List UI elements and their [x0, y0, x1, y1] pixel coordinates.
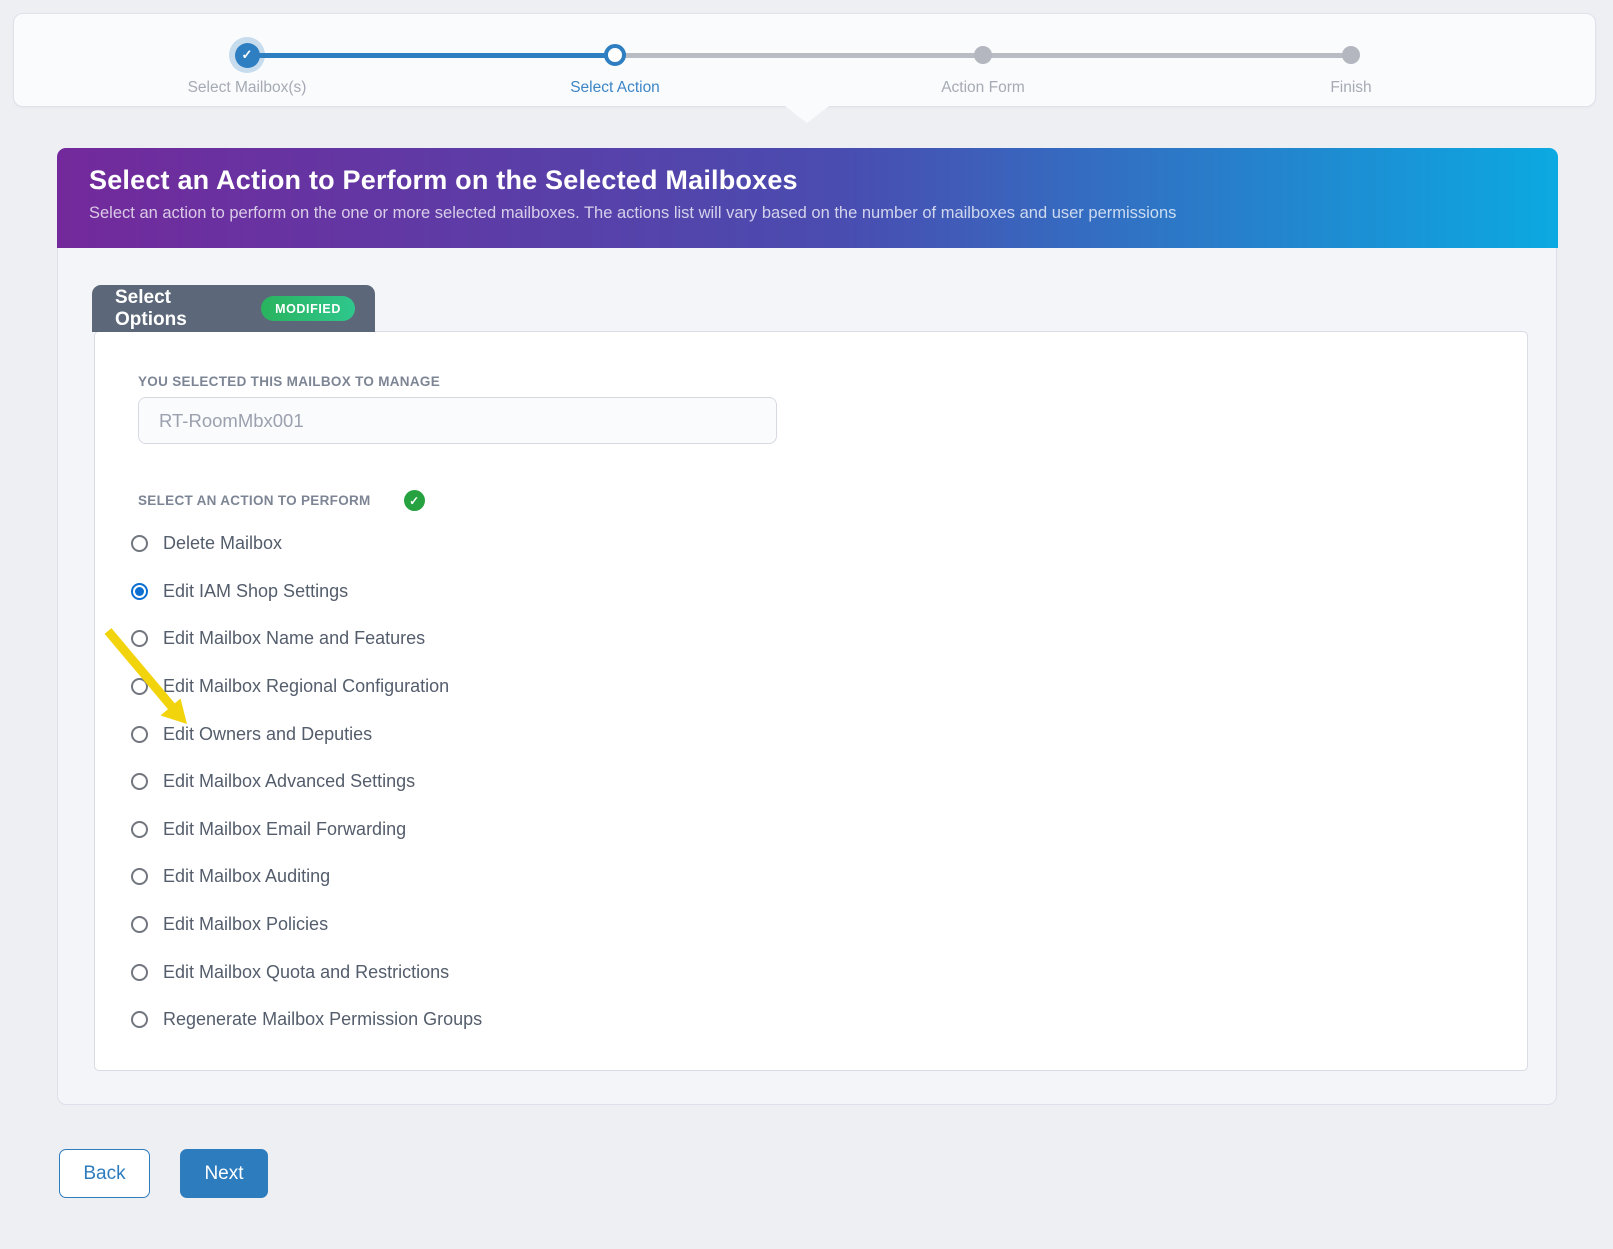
- mailbox-field-label: YOU SELECTED THIS MAILBOX TO MANAGE: [138, 374, 440, 389]
- wizard-stepper: ✓ Select Mailbox(s) Select Action Action…: [13, 13, 1596, 107]
- action-option-row[interactable]: Edit Mailbox Email Forwarding: [131, 806, 1487, 854]
- radio-button-icon[interactable]: [131, 916, 148, 933]
- radio-button-icon[interactable]: [131, 773, 148, 790]
- radio-button-icon[interactable]: [131, 535, 148, 552]
- action-options-list: Delete Mailbox Edit IAM Shop Settings Ed…: [131, 520, 1487, 1044]
- modified-badge: MODIFIED: [261, 296, 355, 321]
- yellow-callout-arrow-icon: [96, 621, 206, 746]
- action-option-label: Delete Mailbox: [163, 533, 282, 554]
- tab-select-options[interactable]: Select Options MODIFIED: [92, 285, 375, 332]
- action-option-label: Regenerate Mailbox Permission Groups: [163, 1009, 482, 1030]
- action-option-row[interactable]: Edit Mailbox Name and Features: [131, 615, 1487, 663]
- active-step-dot-icon: [604, 44, 626, 66]
- action-option-row[interactable]: Edit Mailbox Regional Configuration: [131, 663, 1487, 711]
- action-option-label: Edit Mailbox Auditing: [163, 866, 330, 887]
- radio-button-icon[interactable]: [131, 964, 148, 981]
- action-section-header: SELECT AN ACTION TO PERFORM ✓: [138, 490, 425, 511]
- action-field-label: SELECT AN ACTION TO PERFORM: [138, 493, 371, 508]
- step-label: Finish: [1330, 79, 1371, 97]
- action-option-row[interactable]: Edit IAM Shop Settings: [131, 568, 1487, 616]
- card-header: Select an Action to Perform on the Selec…: [57, 148, 1558, 248]
- action-option-row[interactable]: Delete Mailbox: [131, 520, 1487, 568]
- action-option-label: Edit Mailbox Advanced Settings: [163, 771, 415, 792]
- selected-mailbox-input[interactable]: [138, 397, 777, 444]
- page-title: Select an Action to Perform on the Selec…: [89, 165, 1558, 196]
- stepper-progress-line: [247, 53, 615, 58]
- action-option-label: Edit Mailbox Email Forwarding: [163, 819, 406, 840]
- step-completed-halo: ✓: [229, 37, 265, 73]
- action-option-row[interactable]: Edit Owners and Deputies: [131, 710, 1487, 758]
- action-option-row[interactable]: Edit Mailbox Auditing: [131, 853, 1487, 901]
- valid-check-icon: ✓: [404, 490, 425, 511]
- page: ✓ Select Mailbox(s) Select Action Action…: [0, 0, 1613, 1249]
- options-panel: YOU SELECTED THIS MAILBOX TO MANAGE SELE…: [94, 331, 1528, 1071]
- back-button[interactable]: Back: [59, 1149, 150, 1198]
- pending-step-dot-icon: [1342, 46, 1360, 64]
- radio-button-icon[interactable]: [131, 868, 148, 885]
- check-circle-icon: ✓: [235, 43, 260, 68]
- action-option-row[interactable]: Edit Mailbox Policies: [131, 901, 1487, 949]
- radio-button-icon[interactable]: [131, 1011, 148, 1028]
- pending-step-dot-icon: [974, 46, 992, 64]
- action-option-label: Edit Mailbox Quota and Restrictions: [163, 962, 449, 983]
- stepper-notch-pointer: [785, 106, 829, 123]
- page-subtitle: Select an action to perform on the one o…: [89, 204, 1558, 223]
- select-action-card: Select an Action to Perform on the Selec…: [57, 148, 1557, 1105]
- step-label: Action Form: [941, 79, 1025, 97]
- next-button[interactable]: Next: [180, 1149, 268, 1198]
- radio-button-icon[interactable]: [131, 821, 148, 838]
- action-option-label: Edit IAM Shop Settings: [163, 581, 348, 602]
- radio-button-icon[interactable]: [131, 583, 148, 600]
- action-option-row[interactable]: Regenerate Mailbox Permission Groups: [131, 996, 1487, 1044]
- tab-label: Select Options: [115, 287, 243, 331]
- step-label: Select Mailbox(s): [188, 79, 307, 97]
- action-option-label: Edit Mailbox Policies: [163, 914, 328, 935]
- action-option-row[interactable]: Edit Mailbox Quota and Restrictions: [131, 948, 1487, 996]
- step-label: Select Action: [570, 79, 660, 97]
- action-option-row[interactable]: Edit Mailbox Advanced Settings: [131, 758, 1487, 806]
